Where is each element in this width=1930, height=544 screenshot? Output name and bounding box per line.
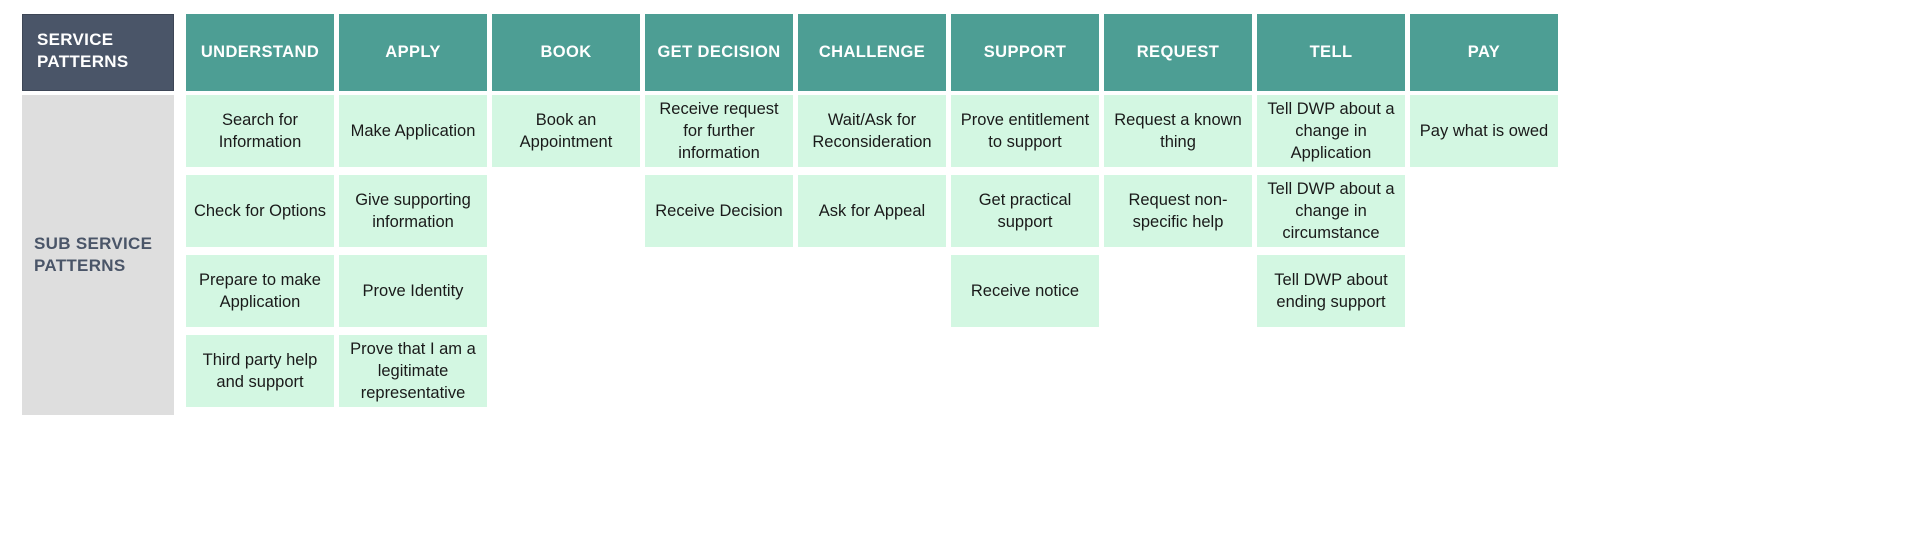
sub-pattern-cell[interactable]: Ask for Appeal xyxy=(798,175,946,247)
column-cells: Pay what is owed xyxy=(1410,95,1558,415)
sub-service-patterns-label: SUB SERVICE PATTERNS xyxy=(22,95,174,415)
column-header-pay[interactable]: PAY xyxy=(1410,14,1558,91)
sub-pattern-cell-empty xyxy=(645,335,793,407)
column-header-book[interactable]: BOOK xyxy=(492,14,640,91)
sub-pattern-cell[interactable]: Book an Appointment xyxy=(492,95,640,167)
sub-pattern-cell-empty xyxy=(1104,255,1252,327)
sub-pattern-cell[interactable]: Prove entitlement to support xyxy=(951,95,1099,167)
column-cells: Request a known thing Request non-specifi… xyxy=(1104,95,1252,415)
sub-pattern-cell-empty xyxy=(492,255,640,327)
pattern-column: SUPPORT Prove entitlement to support Get p… xyxy=(951,14,1099,415)
sub-pattern-cell-empty xyxy=(492,175,640,247)
sub-pattern-cell[interactable]: Request a known thing xyxy=(1104,95,1252,167)
column-header-request[interactable]: REQUEST xyxy=(1104,14,1252,91)
column-header-apply[interactable]: APPLY xyxy=(339,14,487,91)
sub-pattern-cell[interactable]: Tell DWP about a change in Application xyxy=(1257,95,1405,167)
sub-pattern-cell-empty xyxy=(1104,335,1252,407)
sub-pattern-cell[interactable]: Give supporting information xyxy=(339,175,487,247)
column-cells: Book an Appointment xyxy=(492,95,640,415)
sub-pattern-cell[interactable]: Pay what is owed xyxy=(1410,95,1558,167)
column-cells: Tell DWP about a change in Application Te… xyxy=(1257,95,1405,415)
pattern-column: CHALLENGE Wait/Ask for Reconsideration Ask… xyxy=(798,14,946,415)
sub-pattern-cell-empty xyxy=(798,255,946,327)
sub-pattern-cell[interactable]: Request non-specific help xyxy=(1104,175,1252,247)
sub-pattern-cell[interactable]: Wait/Ask for Reconsideration xyxy=(798,95,946,167)
column-cells: Make Application Give supporting informat… xyxy=(339,95,487,415)
sub-pattern-cell[interactable]: Check for Options xyxy=(186,175,334,247)
sub-pattern-cell-empty xyxy=(1410,255,1558,327)
pattern-column: BOOK Book an Appointment xyxy=(492,14,640,415)
sub-pattern-cell-empty xyxy=(1410,175,1558,247)
column-header-understand[interactable]: UNDERSTAND xyxy=(186,14,334,91)
sub-pattern-cell-empty xyxy=(1410,335,1558,407)
column-header-get-decision[interactable]: GET DECISION xyxy=(645,14,793,91)
sub-pattern-cell-empty xyxy=(492,335,640,407)
left-label-column: SERVICE PATTERNS SUB SERVICE PATTERNS xyxy=(22,14,174,415)
sub-pattern-cell[interactable]: Third party help and support xyxy=(186,335,334,407)
sub-pattern-cell-empty xyxy=(798,335,946,407)
pattern-column: GET DECISION Receive request for further … xyxy=(645,14,793,415)
sub-pattern-cell[interactable]: Tell DWP about a change in circumstance xyxy=(1257,175,1405,247)
column-cells: Search for Information Check for Options P… xyxy=(186,95,334,415)
sub-pattern-cell[interactable]: Prepare to make Application xyxy=(186,255,334,327)
sub-pattern-cell[interactable]: Prove Identity xyxy=(339,255,487,327)
sub-pattern-cell[interactable]: Make Application xyxy=(339,95,487,167)
sub-pattern-cell-empty xyxy=(951,335,1099,407)
column-cells: Receive request for further information R… xyxy=(645,95,793,415)
pattern-column: TELL Tell DWP about a change in Applicati… xyxy=(1257,14,1405,415)
sub-pattern-cell[interactable]: Prove that I am a legitimate representat… xyxy=(339,335,487,407)
column-cells: Prove entitlement to support Get practica… xyxy=(951,95,1099,415)
sub-pattern-cell[interactable]: Receive notice xyxy=(951,255,1099,327)
sub-pattern-cell-empty xyxy=(645,255,793,327)
sub-pattern-cell[interactable]: Search for Information xyxy=(186,95,334,167)
service-patterns-board: SERVICE PATTERNS SUB SERVICE PATTERNS UN… xyxy=(0,0,1930,544)
sub-pattern-cell-empty xyxy=(1257,335,1405,407)
sub-pattern-cell[interactable]: Get practical support xyxy=(951,175,1099,247)
column-header-tell[interactable]: TELL xyxy=(1257,14,1405,91)
pattern-column: REQUEST Request a known thing Request non-… xyxy=(1104,14,1252,415)
column-header-support[interactable]: SUPPORT xyxy=(951,14,1099,91)
pattern-column: UNDERSTAND Search for Information Check fo… xyxy=(186,14,334,415)
pattern-column: APPLY Make Application Give supporting inf… xyxy=(339,14,487,415)
sub-pattern-cell[interactable]: Tell DWP about ending support xyxy=(1257,255,1405,327)
sub-pattern-cell[interactable]: Receive Decision xyxy=(645,175,793,247)
patterns-grid: UNDERSTAND Search for Information Check fo… xyxy=(186,14,1558,415)
sub-pattern-cell[interactable]: Receive request for further information xyxy=(645,95,793,167)
column-cells: Wait/Ask for Reconsideration Ask for Appe… xyxy=(798,95,946,415)
pattern-column: PAY Pay what is owed xyxy=(1410,14,1558,415)
service-patterns-header: SERVICE PATTERNS xyxy=(22,14,174,91)
column-header-challenge[interactable]: CHALLENGE xyxy=(798,14,946,91)
